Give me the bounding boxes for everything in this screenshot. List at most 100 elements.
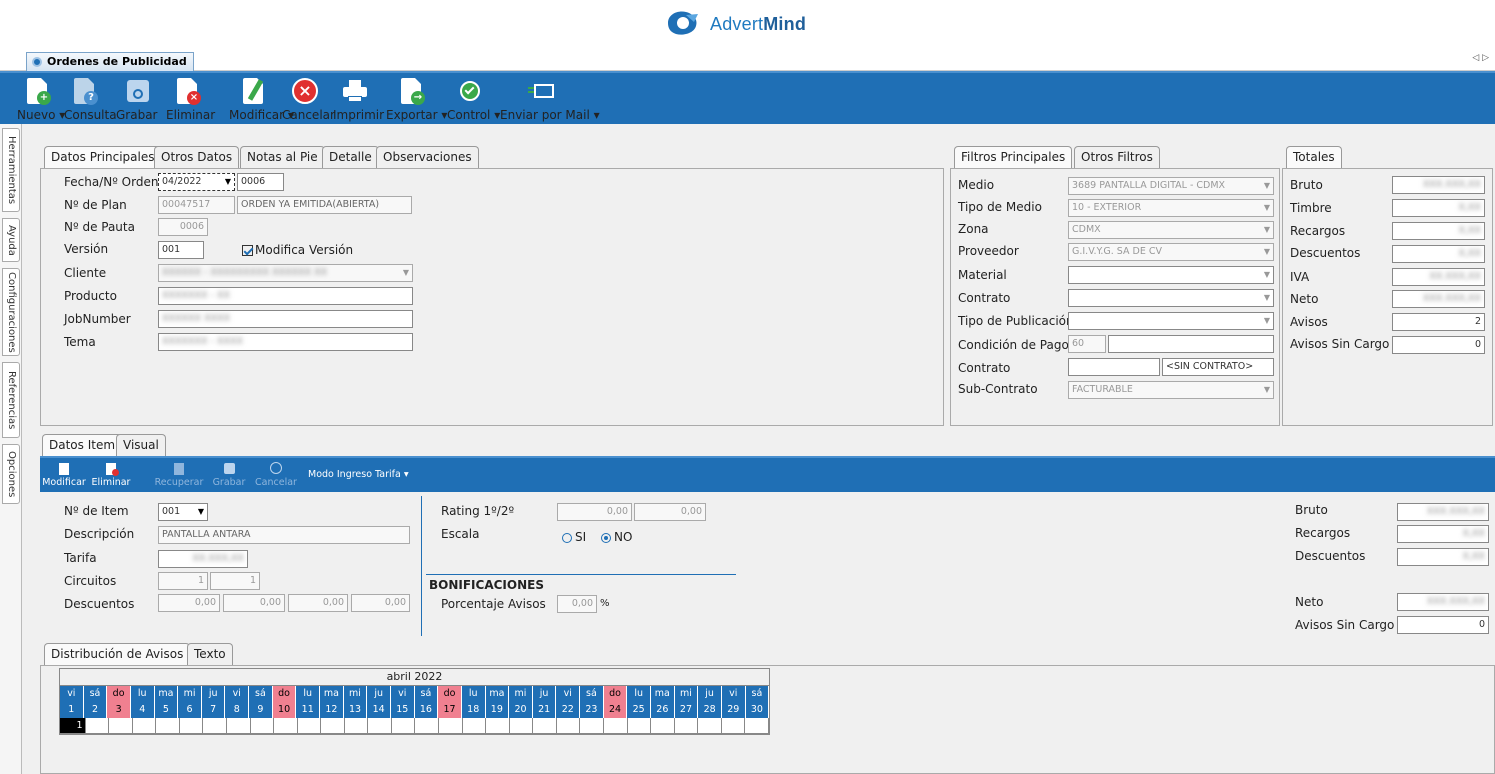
calendar-count-cell[interactable] (226, 718, 251, 734)
imprimir-button[interactable]: Imprimir (333, 77, 384, 123)
item-desc-3[interactable]: 0,00 (288, 594, 348, 612)
condicion-pago-input[interactable]: 60 (1068, 335, 1106, 353)
item-modificar-button[interactable]: Modificar (42, 461, 86, 488)
tab-datos-principales[interactable]: Datos Principales (44, 146, 162, 169)
material-select[interactable]: ▼ (1068, 266, 1274, 284)
calendar-count-cell[interactable] (627, 718, 652, 734)
calendar-count-cell[interactable] (721, 718, 746, 734)
tab-datos-item[interactable]: Datos Item (42, 434, 123, 457)
item-cancelar-button[interactable]: Cancelar (254, 461, 298, 488)
calendar-count-cell[interactable] (85, 718, 110, 734)
calendar-count-cell[interactable] (344, 718, 369, 734)
calendar-count-cell[interactable] (745, 718, 769, 734)
escala-si-radio[interactable]: SI (562, 530, 586, 544)
tab-scroll-arrows[interactable]: ◁ ▷ (1472, 53, 1489, 63)
calendar-count-cell[interactable] (391, 718, 416, 734)
tab-totales[interactable]: Totales (1286, 146, 1342, 169)
calendar-day-number: 10 (272, 702, 297, 718)
eliminar-button[interactable]: × Eliminar (166, 77, 215, 123)
calendar-count-cell[interactable] (321, 718, 345, 734)
tipo-publicacion-select[interactable]: ▼ (1068, 312, 1274, 330)
sidebar-item-referencias[interactable]: Referencias (2, 362, 20, 438)
calendar-count-cell[interactable] (603, 718, 628, 734)
consulta-button[interactable]: ? Consulta (64, 77, 117, 123)
porcentaje-avisos-input[interactable]: 0,00 (557, 595, 597, 613)
calendar-count-cell[interactable] (509, 718, 534, 734)
calendar-count-cell[interactable] (203, 718, 227, 734)
calendar-count-cell[interactable] (674, 718, 699, 734)
item-circuitos-2[interactable]: 1 (210, 572, 260, 590)
nuevo-button[interactable]: + Nuevo ▾ (17, 77, 65, 123)
calendar-count-cell[interactable] (533, 718, 557, 734)
document-tab-icon (32, 57, 42, 67)
tab-distribucion-avisos[interactable]: Distribución de Avisos (44, 643, 191, 666)
item-nro-select[interactable]: 001 ▼ (158, 503, 208, 521)
calendar-count-cell[interactable] (368, 718, 392, 734)
sidebar-item-opciones[interactable]: Opciones (2, 444, 20, 504)
modo-ingreso-tarifa-dropdown[interactable]: Modo Ingreso Tarifa ▾ (308, 469, 418, 480)
tab-otros-datos[interactable]: Otros Datos (154, 146, 240, 168)
zona-select[interactable]: CDMX ▼ (1068, 221, 1274, 239)
jobnumber-input[interactable]: XXXXXX XXXX (158, 310, 413, 328)
calendar-count-cell[interactable] (486, 718, 510, 734)
calendar-count-cell[interactable] (274, 718, 298, 734)
item-desc-input[interactable]: PANTALLA ANTARA (158, 526, 410, 544)
item-tarifa-input[interactable]: XX.XXX,XX (158, 550, 248, 568)
tab-texto[interactable]: Texto (187, 643, 233, 665)
fecha-select[interactable]: 04/2022 ▼ (158, 173, 235, 191)
item-recuperar-button[interactable]: Recuperar (154, 461, 204, 488)
control-button[interactable]: Control ▾ (447, 77, 500, 123)
calendar-count-cell[interactable] (132, 718, 157, 734)
sidebar-item-ayuda[interactable]: Ayuda (2, 218, 20, 262)
tab-visual[interactable]: Visual (116, 434, 166, 456)
sidebar-item-herramientas[interactable]: Herramientas (2, 128, 20, 212)
escala-no-radio[interactable]: NO (601, 530, 632, 544)
calendar-count-cell[interactable] (297, 718, 322, 734)
calendar-count-cell[interactable] (109, 718, 133, 734)
item-desc-4[interactable]: 0,00 (351, 594, 410, 612)
medio-select[interactable]: 3689 PANTALLA DIGITAL - CDMX ▼ (1068, 177, 1274, 195)
exportar-button[interactable]: → Exportar ▾ (386, 77, 447, 123)
cancelar-button[interactable]: × Cancelar (282, 77, 335, 123)
tab-otros-filtros[interactable]: Otros Filtros (1074, 146, 1160, 168)
item-eliminar-button[interactable]: Eliminar (90, 461, 132, 488)
calendar-count-cell[interactable] (698, 718, 722, 734)
calendar-count-cell[interactable] (556, 718, 581, 734)
item-circuitos-1[interactable]: 1 (158, 572, 208, 590)
contrato2-input[interactable] (1068, 358, 1160, 376)
tab-observaciones[interactable]: Observaciones (376, 146, 479, 168)
calendar-count-cell[interactable] (462, 718, 487, 734)
calendar-day-number: 14 (367, 702, 391, 718)
enviar-por-mail-button[interactable]: Enviar por Mail ▾ (500, 77, 600, 123)
calendar-count-cell[interactable] (179, 718, 204, 734)
grabar-button[interactable]: Grabar (116, 77, 158, 123)
tab-detalle[interactable]: Detalle (322, 146, 379, 168)
calendar-count-cell[interactable] (580, 718, 604, 734)
tipo-medio-select[interactable]: 10 - EXTERIOR ▼ (1068, 199, 1274, 217)
tab-ordenes-de-publicidad[interactable]: Ordenes de Publicidad (26, 52, 194, 71)
version-input[interactable]: 001 (158, 241, 204, 259)
item-desc-1[interactable]: 0,00 (158, 594, 220, 612)
subcontrato-select[interactable]: FACTURABLE ▼ (1068, 381, 1274, 399)
calendar-count-cell[interactable] (250, 718, 275, 734)
item-desc-2[interactable]: 0,00 (223, 594, 285, 612)
calendar-count-cell[interactable]: 1 (60, 718, 86, 734)
orden-input[interactable]: 0006 (237, 173, 284, 191)
rating-1-input[interactable]: 0,00 (557, 503, 632, 521)
contrato-select[interactable]: ▼ (1068, 289, 1274, 307)
modifica-version-checkbox[interactable]: Modifica Versión (242, 243, 353, 257)
proveedor-select[interactable]: G.I.V.Y.G. SA DE CV ▼ (1068, 243, 1274, 261)
sidebar-item-configuraciones[interactable]: Configuraciones (2, 268, 20, 356)
producto-input[interactable]: XXXXXXX - XX (158, 287, 413, 305)
tab-notas-al-pie[interactable]: Notas al Pie (240, 146, 325, 168)
tema-input[interactable]: XXXXXXX - XXXX (158, 333, 413, 351)
calendar-count-cell[interactable] (439, 718, 463, 734)
modificar-button[interactable]: Modificar ▾ (229, 77, 294, 123)
cliente-select[interactable]: XXXXXX - XXXXXXXXX XXXXXX XX ▼ (158, 264, 413, 282)
rating-2-input[interactable]: 0,00 (634, 503, 706, 521)
tab-filtros-principales[interactable]: Filtros Principales (954, 146, 1073, 169)
calendar-count-cell[interactable] (651, 718, 675, 734)
item-grabar-button[interactable]: Grabar (212, 461, 246, 488)
calendar-count-cell[interactable] (415, 718, 439, 734)
calendar-count-cell[interactable] (156, 718, 180, 734)
